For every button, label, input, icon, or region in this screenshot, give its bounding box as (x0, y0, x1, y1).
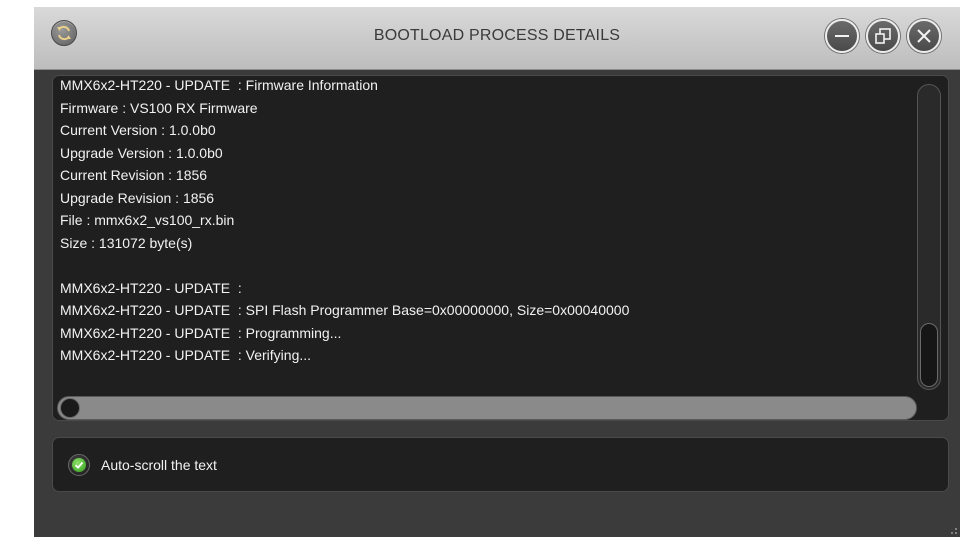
bootload-window: BOOTLOAD PROCESS DETAILS MMX6x2-HT220 - … (34, 7, 960, 537)
log-line: Upgrade Version : 1.0.0b0 (60, 144, 223, 161)
title-bar[interactable]: BOOTLOAD PROCESS DETAILS (34, 7, 960, 70)
horizontal-scrollbar[interactable] (57, 396, 917, 420)
log-line: MMX6x2-HT220 - UPDATE : Verifying... (60, 347, 312, 363)
resize-grip-icon[interactable] (946, 523, 958, 535)
vertical-scroll-thumb[interactable] (920, 323, 938, 387)
horizontal-scroll-thumb[interactable] (60, 398, 80, 418)
log-line: Current Version : 1.0.0b0 (60, 122, 216, 138)
close-button[interactable] (907, 19, 941, 53)
restore-icon (875, 28, 891, 44)
minimize-icon (835, 35, 849, 37)
log-line: Upgrade Revision : 1856 (60, 189, 215, 206)
options-panel: Auto-scroll the text (52, 437, 949, 492)
log-line: MMX6x2-HT220 - UPDATE : (60, 279, 242, 296)
log-panel[interactable]: MMX6x2-HT220 - UPDATE : Firmware Informa… (52, 75, 949, 421)
window-title: BOOTLOAD PROCESS DETAILS (373, 27, 621, 44)
restore-button[interactable] (866, 19, 900, 53)
checkmark-icon (74, 461, 84, 469)
close-icon (917, 29, 931, 43)
log-text-area[interactable]: MMX6x2-HT220 - UPDATE : Firmware Informa… (60, 76, 910, 367)
minimize-button[interactable] (825, 19, 859, 53)
autoscroll-label[interactable]: Auto-scroll the text (101, 457, 217, 473)
log-line: File : mmx6x2_vs100_rx.bin (60, 212, 235, 228)
log-line: MMX6x2-HT220 - UPDATE : Programming... (60, 324, 342, 341)
vertical-scrollbar[interactable] (917, 84, 941, 390)
autoscroll-checkbox[interactable] (68, 454, 90, 476)
log-line: Size : 131072 byte(s) (60, 234, 193, 251)
log-line: Current Revision : 1856 (60, 167, 208, 183)
log-line: Firmware : VS100 RX Firmware (60, 99, 258, 116)
log-line: MMX6x2-HT220 - UPDATE : SPI Flash Progra… (60, 302, 630, 318)
log-line: MMX6x2-HT220 - UPDATE : Firmware Informa… (60, 77, 378, 93)
